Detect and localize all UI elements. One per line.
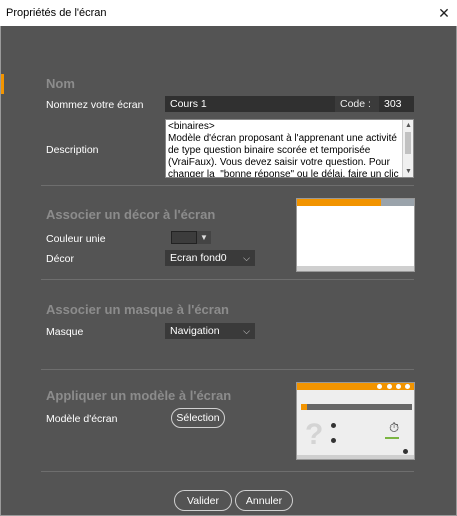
radio-icon (331, 438, 336, 443)
masque-select[interactable]: Navigation ⌵ (165, 323, 255, 339)
close-icon[interactable]: ✕ (431, 0, 457, 26)
divider (41, 369, 414, 370)
section-title-masque: Associer un masque à l'écran (46, 302, 230, 317)
decor-select-value: Ecran fond0 (170, 252, 227, 264)
preview-dot (377, 384, 382, 389)
preview-green-bar (385, 437, 399, 439)
name-label: Nommez votre écran (46, 99, 144, 111)
description-label: Description (46, 144, 99, 156)
preview-bar-orange (297, 199, 381, 206)
code-label: Code : (335, 96, 379, 112)
validate-button[interactable]: Valider (174, 490, 232, 511)
divider (41, 185, 414, 186)
properties-dialog: Nom Nommez votre écran Code : Descriptio… (0, 26, 457, 516)
question-mark-icon: ? (305, 418, 324, 451)
description-scrollbar[interactable]: ▲ ▼ (402, 120, 413, 177)
modele-preview: ? ⏱ (296, 382, 415, 460)
section-title-modele: Appliquer un modèle à l'écran (46, 388, 232, 403)
section-title-decor: Associer un décor à l'écran (46, 207, 216, 222)
decor-label: Décor (46, 253, 75, 265)
code-input[interactable] (379, 96, 414, 112)
modele-label: Modèle d'écran (46, 413, 118, 425)
section-title-nom: Nom (46, 76, 75, 91)
preview-top-bar (297, 383, 414, 390)
preview-bottom-bar (297, 455, 414, 459)
description-text: <binaires> Modèle d'écran proposant à l'… (168, 121, 399, 178)
cancel-button[interactable]: Annuler (235, 490, 293, 511)
preview-dot (387, 384, 392, 389)
masque-label: Masque (46, 326, 84, 338)
color-swatch[interactable] (171, 231, 197, 244)
timer-icon: ⏱ (389, 420, 400, 435)
preview-bar-grey (381, 199, 414, 206)
preview-dots (377, 384, 411, 389)
window-title: Propriétés de l'écran (6, 7, 107, 19)
decor-select[interactable]: Ecran fond0 ⌵ (165, 250, 255, 266)
radio-icon (403, 449, 408, 454)
scroll-thumb[interactable] (405, 132, 411, 154)
preview-dot (405, 384, 410, 389)
preview-dot (396, 384, 401, 389)
chevron-down-icon: ⌵ (243, 326, 250, 336)
scroll-up-icon[interactable]: ▲ (403, 120, 413, 131)
accent-strip (1, 74, 4, 94)
chevron-down-icon: ⌵ (243, 253, 250, 263)
divider (41, 471, 414, 472)
selection-button[interactable]: Sélection (171, 408, 225, 428)
preview-question-marker (301, 404, 307, 410)
masque-select-value: Navigation (170, 325, 220, 337)
preview-bar-bottom (297, 266, 414, 271)
preview-question-bar (301, 404, 412, 410)
color-label: Couleur unie (46, 233, 106, 245)
scroll-down-icon[interactable]: ▼ (403, 166, 413, 177)
description-textarea[interactable]: <binaires> Modèle d'écran proposant à l'… (165, 119, 414, 178)
screen-name-input[interactable] (165, 96, 335, 112)
divider (41, 279, 414, 280)
decor-preview (296, 198, 415, 272)
radio-icon (331, 423, 336, 428)
title-bar: Propriétés de l'écran ✕ (0, 0, 457, 26)
chevron-down-icon[interactable]: ▼ (197, 231, 211, 244)
